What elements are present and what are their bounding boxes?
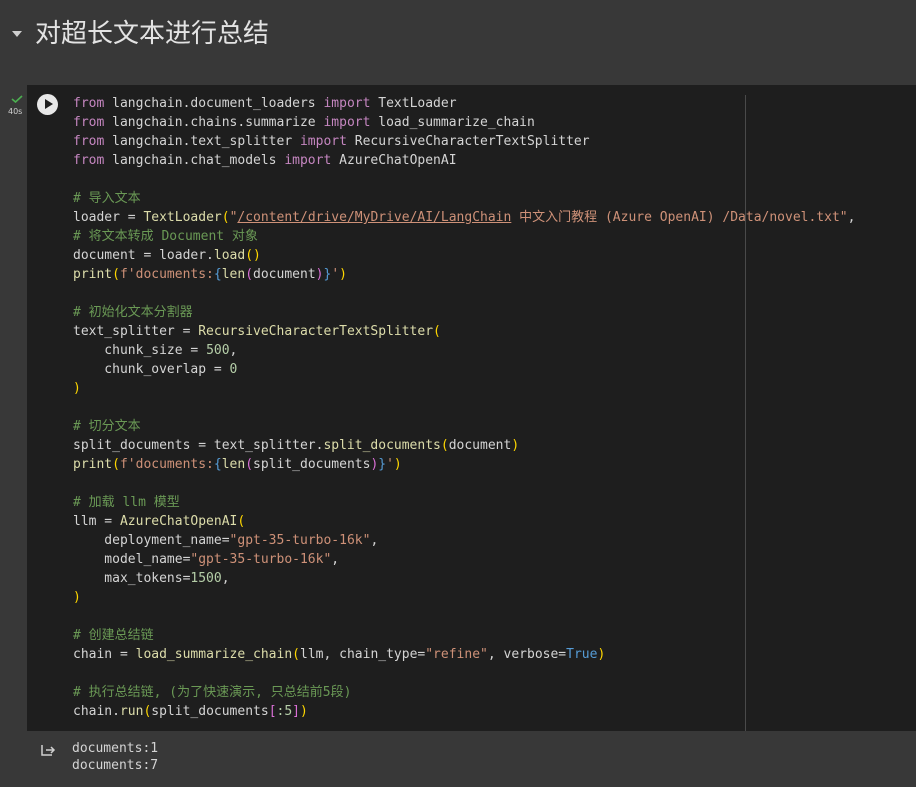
output-text: documents:1 documents:7 (72, 740, 158, 774)
output-line: documents:7 (72, 758, 159, 773)
code-line: from langchain.text_splitter import Recu… (73, 134, 590, 149)
collapse-chevron-icon[interactable] (12, 31, 22, 37)
section-title: 对超长文本进行总结 (35, 19, 270, 49)
code-line: document = loader.load() (73, 248, 261, 263)
code-editor[interactable]: from langchain.document_loaders import T… (27, 85, 916, 731)
code-line: chunk_overlap = 0 (73, 362, 238, 377)
code-line: chunk_size = 500, (73, 343, 238, 358)
code-line: print(f'documents:{len(document)}') (73, 267, 347, 282)
code-line: loader = TextLoader("/content/drive/MyDr… (73, 210, 856, 225)
code-line: ) (73, 590, 81, 605)
output-redirect-icon[interactable] (40, 743, 56, 759)
code-line: # 加载 llm 模型 (73, 495, 180, 510)
code-line: deployment_name="gpt-35-turbo-16k", (73, 533, 379, 548)
code-line: # 初始化文本分割器 (73, 305, 193, 320)
code-line: # 导入文本 (73, 191, 141, 206)
execution-time: 40s (8, 107, 23, 116)
code-line: print(f'documents:{len(split_documents)}… (73, 457, 402, 472)
code-line: chain.run(split_documents[:5]) (73, 704, 308, 719)
section-header: 对超长文本进行总结 (0, 0, 916, 68)
code-line: from langchain.chains.summarize import l… (73, 115, 535, 130)
code-line: text_splitter = RecursiveCharacterTextSp… (73, 324, 441, 339)
run-cell-button[interactable] (37, 94, 58, 115)
code-line: # 执行总结链, (为了快速演示, 只总结前5段) (73, 685, 352, 700)
code-line: llm = AzureChatOpenAI( (73, 514, 246, 529)
code-content[interactable]: from langchain.document_loaders import T… (73, 94, 855, 721)
code-line: ) (73, 381, 81, 396)
code-line: chain = load_summarize_chain(llm, chain_… (73, 647, 606, 662)
code-line: model_name="gpt-35-turbo-16k", (73, 552, 340, 567)
checkmark-icon (11, 95, 23, 103)
code-line: # 切分文本 (73, 419, 141, 434)
code-line: split_documents = text_splitter.split_do… (73, 438, 520, 453)
cell-gutter (0, 85, 27, 731)
code-line: # 将文本转成 Document 对象 (73, 229, 258, 244)
code-line: max_tokens=1500, (73, 571, 230, 586)
code-line: from langchain.document_loaders import T… (73, 96, 457, 111)
code-line: # 创建总结链 (73, 628, 154, 643)
output-line: documents:1 (72, 741, 159, 756)
code-line: from langchain.chat_models import AzureC… (73, 153, 457, 168)
